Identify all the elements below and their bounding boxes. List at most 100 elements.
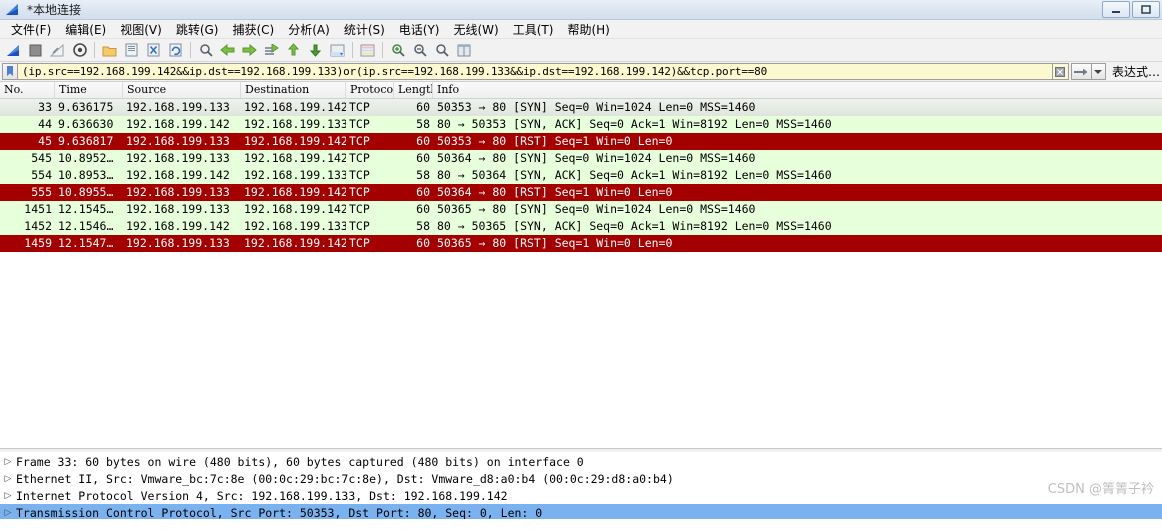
cell-time: 9.636817: [58, 134, 114, 148]
cell-time: 12.1546…: [58, 219, 114, 233]
cell-length: 60: [416, 236, 430, 250]
expander-chevron-icon[interactable]: ▷: [0, 491, 16, 501]
cell-source: 192.168.199.142: [126, 168, 230, 182]
find-packet-icon[interactable]: [195, 40, 216, 61]
cell-protocol: TCP: [349, 168, 370, 182]
menu-edit[interactable]: 编辑(E): [58, 20, 113, 39]
menu-capture[interactable]: 捕获(C): [225, 20, 281, 39]
maximize-button[interactable]: [1132, 1, 1160, 18]
detail-row-ipv4[interactable]: ▷ Internet Protocol Version 4, Src: 192.…: [0, 487, 1162, 504]
zoom-reset-icon[interactable]: [431, 40, 452, 61]
cell-no: 33: [38, 100, 52, 114]
menu-help[interactable]: 帮助(H): [560, 20, 616, 39]
expander-chevron-icon[interactable]: ▷: [0, 457, 16, 467]
go-forward-icon[interactable]: [239, 40, 260, 61]
packet-list-pane[interactable]: No. Time Source Destination Protocol Len…: [0, 82, 1162, 448]
resize-columns-icon[interactable]: [453, 40, 474, 61]
expander-chevron-icon[interactable]: ▷: [0, 508, 16, 518]
cell-no: 1452: [24, 219, 52, 233]
go-last-packet-icon[interactable]: [305, 40, 326, 61]
display-filter-input[interactable]: (ip.src==192.168.199.142&&ip.dst==192.16…: [18, 63, 1053, 80]
menu-file[interactable]: 文件(F): [4, 20, 58, 39]
menu-wireless[interactable]: 无线(W): [447, 20, 506, 39]
go-back-icon[interactable]: [217, 40, 238, 61]
column-header-destination[interactable]: Destination: [241, 82, 346, 98]
minimize-button[interactable]: [1102, 1, 1130, 18]
filter-history-chevron-icon[interactable]: [1091, 63, 1106, 80]
expander-chevron-icon[interactable]: ▷: [0, 474, 16, 484]
table-row[interactable]: 1451 12.1545… 192.168.199.133 192.168.19…: [0, 201, 1162, 218]
cell-no: 44: [38, 117, 52, 131]
open-file-icon[interactable]: [99, 40, 120, 61]
table-row[interactable]: 45 9.636817 192.168.199.133 192.168.199.…: [0, 133, 1162, 150]
menu-telephony[interactable]: 电话(Y): [392, 20, 447, 39]
detail-row-tcp[interactable]: ▷ Transmission Control Protocol, Src Por…: [0, 504, 1162, 519]
table-row[interactable]: 33 9.636175 192.168.199.133 192.168.199.…: [0, 99, 1162, 116]
cell-no: 554: [31, 168, 52, 182]
filter-bookmark-icon[interactable]: [2, 63, 18, 80]
table-row[interactable]: 554 10.8953… 192.168.199.142 192.168.199…: [0, 167, 1162, 184]
cell-time: 9.636175: [58, 100, 114, 114]
table-row[interactable]: 1452 12.1546… 192.168.199.142 192.168.19…: [0, 218, 1162, 235]
menu-go[interactable]: 跳转(G): [169, 20, 226, 39]
stop-capture-icon[interactable]: [25, 40, 46, 61]
toolbar-separator: [190, 42, 191, 58]
cell-protocol: TCP: [349, 100, 370, 114]
cell-length: 60: [416, 134, 430, 148]
detail-row-frame-label: Frame 33: 60 bytes on wire (480 bits), 6…: [16, 454, 584, 469]
table-row[interactable]: 555 10.8955… 192.168.199.133 192.168.199…: [0, 184, 1162, 201]
cell-source: 192.168.199.133: [126, 134, 230, 148]
window-controls: [1102, 1, 1160, 18]
column-header-length[interactable]: Length: [394, 82, 433, 98]
save-file-icon[interactable]: [121, 40, 142, 61]
zoom-out-icon[interactable]: [409, 40, 430, 61]
cell-destination: 192.168.199.142: [244, 134, 346, 148]
column-header-source[interactable]: Source: [123, 82, 241, 98]
column-header-protocol[interactable]: Protocol: [346, 82, 394, 98]
table-row[interactable]: 44 9.636630 192.168.199.142 192.168.199.…: [0, 116, 1162, 133]
column-header-time[interactable]: Time: [55, 82, 123, 98]
cell-length: 60: [416, 202, 430, 216]
cell-protocol: TCP: [349, 202, 370, 216]
table-row[interactable]: 545 10.8952… 192.168.199.133 192.168.199…: [0, 150, 1162, 167]
cell-info: 50364 → 80 [RST] Seq=1 Win=0 Len=0: [437, 185, 673, 199]
cell-source: 192.168.199.133: [126, 151, 230, 165]
go-first-packet-icon[interactable]: [283, 40, 304, 61]
reload-file-icon[interactable]: [165, 40, 186, 61]
start-capture-icon[interactable]: [3, 40, 24, 61]
clear-filter-icon[interactable]: [1052, 63, 1069, 80]
go-to-packet-icon[interactable]: [261, 40, 282, 61]
auto-scroll-icon[interactable]: [327, 40, 348, 61]
cell-source: 192.168.199.133: [126, 185, 230, 199]
menu-analyze[interactable]: 分析(A): [281, 20, 337, 39]
menu-tools[interactable]: 工具(T): [506, 20, 561, 39]
column-header-info[interactable]: Info: [433, 82, 1152, 98]
cell-destination: 192.168.199.142: [244, 100, 346, 114]
cell-protocol: TCP: [349, 151, 370, 165]
cell-protocol: TCP: [349, 236, 370, 250]
column-header-no[interactable]: No.: [0, 82, 55, 98]
cell-length: 60: [416, 100, 430, 114]
colorize-icon[interactable]: [357, 40, 378, 61]
menu-statistics[interactable]: 统计(S): [337, 20, 392, 39]
packet-details-pane[interactable]: ▷ Frame 33: 60 bytes on wire (480 bits),…: [0, 453, 1162, 519]
detail-row-ethernet[interactable]: ▷ Ethernet II, Src: Vmware_bc:7c:8e (00:…: [0, 470, 1162, 487]
restart-capture-icon[interactable]: [47, 40, 68, 61]
filter-expression-button[interactable]: 表达式…: [1112, 63, 1160, 80]
apply-filter-arrow-icon[interactable]: [1070, 63, 1092, 80]
cell-info: 50365 → 80 [SYN] Seq=0 Win=1024 Len=0 MS…: [437, 202, 756, 216]
close-file-icon[interactable]: [143, 40, 164, 61]
cell-destination: 192.168.199.142: [244, 236, 346, 250]
cell-no: 555: [31, 185, 52, 199]
capture-options-icon[interactable]: [69, 40, 90, 61]
zoom-in-icon[interactable]: [387, 40, 408, 61]
cell-source: 192.168.199.142: [126, 219, 230, 233]
table-row[interactable]: 1459 12.1547… 192.168.199.133 192.168.19…: [0, 235, 1162, 252]
cell-destination: 192.168.199.133: [244, 117, 346, 131]
cell-time: 10.8955…: [58, 185, 114, 199]
cell-protocol: TCP: [349, 185, 370, 199]
cell-no: 1459: [24, 236, 52, 250]
detail-row-frame[interactable]: ▷ Frame 33: 60 bytes on wire (480 bits),…: [0, 453, 1162, 470]
cell-time: 12.1545…: [58, 202, 114, 216]
menu-view[interactable]: 视图(V): [113, 20, 169, 39]
